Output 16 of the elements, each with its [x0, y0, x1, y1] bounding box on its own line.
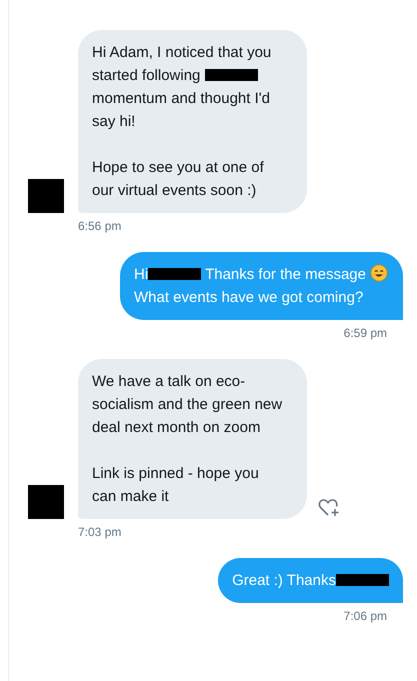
message-time: 7:06 pm [344, 609, 387, 623]
message-time: 7:03 pm [78, 525, 122, 539]
message-text: Link is pinned - hope you can make it [92, 464, 260, 507]
message-text: Hi Thanks for the message What events have we got coming? [134, 263, 389, 309]
message-time: 6:56 pm [78, 219, 122, 233]
message-text: Hi Adam, I noticed that you started following momentum and thought I'd say hi! [92, 43, 272, 132]
message-text: Hope to see you at one of our virtual events soon :) [92, 158, 265, 201]
redaction-bar [336, 574, 389, 586]
smiling-face-icon [370, 264, 388, 282]
avatar-redaction [28, 179, 64, 213]
avatar-redaction [28, 485, 64, 519]
message-time: 6:59 pm [344, 326, 387, 340]
message-text: We have a talk on eco-socialism and the green new deal next month on zoom [92, 372, 283, 438]
redaction-bar [204, 69, 258, 81]
redaction-bar [148, 268, 202, 280]
message-text: Great :) Thanks [232, 569, 389, 592]
